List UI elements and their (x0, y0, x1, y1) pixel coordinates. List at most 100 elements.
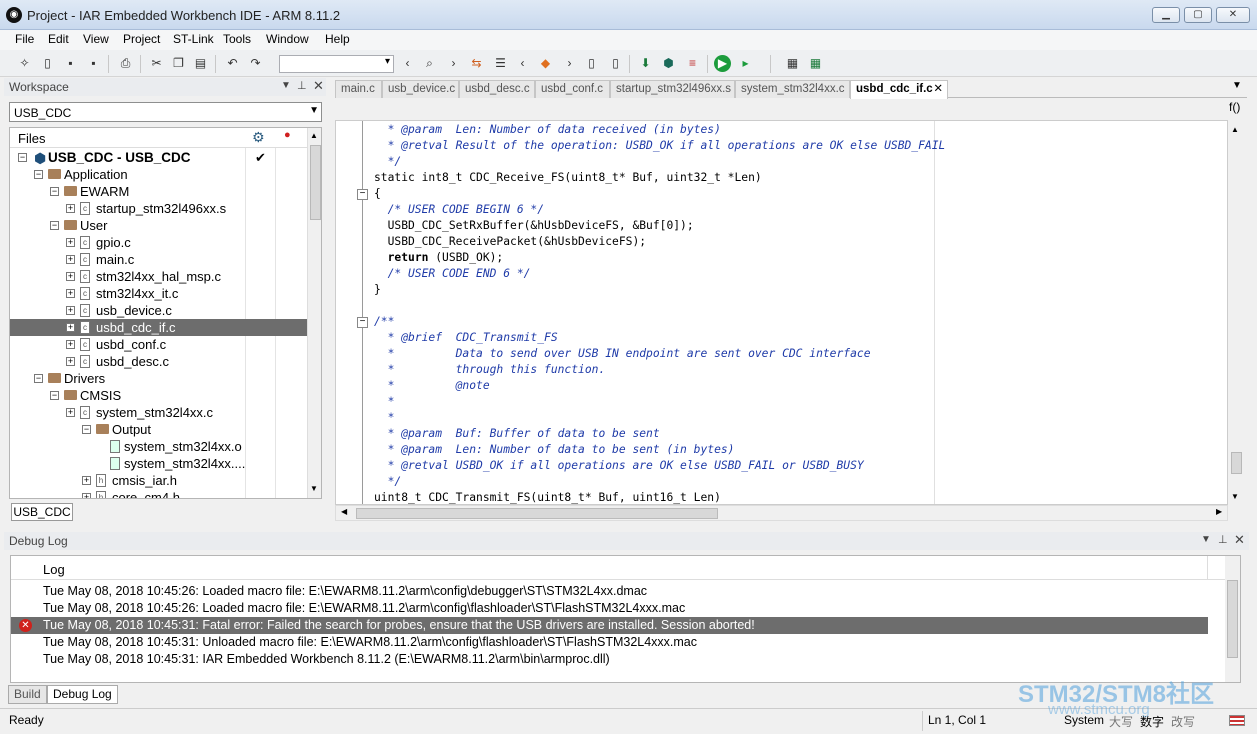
tab-usb-device-c[interactable]: usb_device.c (382, 80, 459, 98)
panel-menu-icon[interactable]: ▼ (281, 80, 291, 91)
expand-plus-icon[interactable]: + (66, 357, 75, 366)
tree-item[interactable]: − CMSIS (10, 387, 307, 404)
expand-plus-icon[interactable]: + (66, 272, 75, 281)
expand-plus-icon[interactable]: + (66, 340, 75, 349)
menu-st-link[interactable]: ST-Link (173, 32, 214, 46)
collapse-minus-icon[interactable]: − (34, 170, 43, 179)
scroll-left-icon[interactable]: ◀ (341, 507, 347, 516)
log-row-error[interactable]: ✕ Tue May 08, 2018 10:45:31: Fatal error:… (11, 617, 1208, 634)
menu-project[interactable]: Project (123, 32, 160, 46)
tree-item[interactable]: − Drivers (10, 370, 307, 387)
tab-main-c[interactable]: main.c (335, 80, 382, 98)
prev-bookmark-icon[interactable]: ‹ (514, 55, 531, 72)
collapse-minus-icon[interactable]: − (50, 391, 59, 400)
new-workspace-icon[interactable]: ✧ (16, 55, 33, 72)
tab-list-icon[interactable]: ▼ (1232, 80, 1242, 91)
tree-item[interactable]: − EWARM (10, 183, 307, 200)
tab-build[interactable]: Build (8, 685, 47, 704)
workspace-tab[interactable]: USB_CDC (11, 503, 73, 521)
tree-item[interactable]: + c usbd_conf.c (10, 336, 307, 353)
expand-plus-icon[interactable]: + (66, 323, 75, 332)
log-row[interactable]: Tue May 08, 2018 10:45:31: IAR Embedded … (11, 651, 1208, 668)
menu-file[interactable]: File (15, 32, 34, 46)
tab-usbd-cdc-if-c[interactable]: usbd_cdc_if.c ✕ (850, 80, 948, 99)
scroll-thumb[interactable] (310, 145, 321, 220)
tab-startup-stm32l496xx-s[interactable]: startup_stm32l496xx.s (610, 80, 735, 98)
breakpoint-icon[interactable]: ≡ (684, 55, 701, 72)
goto-icon[interactable]: ☰ (492, 55, 509, 72)
maximize-button[interactable]: ▢ (1184, 7, 1212, 23)
log-row[interactable]: Tue May 08, 2018 10:45:26: Loaded macro … (11, 583, 1208, 600)
menu-tools[interactable]: Tools (223, 32, 251, 46)
fold-toggle-icon[interactable]: − (357, 189, 368, 200)
gear-icon[interactable]: ⚙ (252, 129, 265, 146)
tree-item[interactable]: + c usb_device.c (10, 302, 307, 319)
nav-forward-icon[interactable]: › (445, 55, 462, 72)
tree-item[interactable]: − Application (10, 166, 307, 183)
tree-item[interactable]: + c main.c (10, 251, 307, 268)
close-panel-icon[interactable]: ✕ (1234, 532, 1245, 548)
download-icon[interactable]: ⬇ (637, 55, 654, 72)
tree-item[interactable]: + h core_cm4.h (10, 489, 307, 498)
close-panel-icon[interactable]: ✕ (313, 78, 324, 94)
tree-item[interactable]: + c gpio.c (10, 234, 307, 251)
tree-item[interactable]: system_stm32l4xx.... (10, 455, 307, 472)
debug-run-icon[interactable]: ▶ (714, 55, 731, 72)
debug-without-download-icon[interactable]: ▸ (737, 55, 754, 72)
collapse-minus-icon[interactable]: − (50, 221, 59, 230)
expand-plus-icon[interactable]: + (66, 238, 75, 247)
expand-plus-icon[interactable]: + (66, 408, 75, 417)
expand-plus-icon[interactable]: + (82, 476, 91, 485)
tree-item[interactable]: system_stm32l4xx.o (10, 438, 307, 455)
save-all-icon[interactable]: ▪ (85, 55, 102, 72)
next-bookmark-icon[interactable]: › (561, 55, 578, 72)
minimize-button[interactable]: ▁ (1152, 7, 1180, 23)
scroll-down-icon[interactable]: ▼ (1231, 492, 1239, 501)
debug-download-icon[interactable]: ⬢ (660, 55, 677, 72)
copy-icon[interactable]: ❐ (170, 55, 187, 72)
collapse-minus-icon[interactable]: − (50, 187, 59, 196)
menu-window[interactable]: Window (266, 32, 309, 46)
tree-item[interactable]: + c stm32l4xx_it.c (10, 285, 307, 302)
tree-item[interactable]: + c stm32l4xx_hal_msp.c (10, 268, 307, 285)
editor-hscrollbar[interactable]: ◀ ▶ (335, 505, 1228, 521)
menu-edit[interactable]: Edit (48, 32, 69, 46)
expand-plus-icon[interactable]: + (66, 204, 75, 213)
hscroll-thumb[interactable] (356, 508, 718, 519)
watch-icon[interactable]: ▦ (807, 55, 824, 72)
log-scrollbar[interactable] (1225, 556, 1240, 682)
code-editor[interactable]: − − * @param Len: Number of data receive… (335, 120, 1228, 505)
nav-back-icon[interactable]: ‹ (399, 55, 416, 72)
paste-icon[interactable]: ▤ (192, 55, 209, 72)
pin-icon[interactable]: ⊥ (297, 79, 307, 92)
collapse-minus-icon[interactable]: − (82, 425, 91, 434)
panel-menu-icon[interactable]: ▼ (1201, 534, 1211, 545)
tree-item[interactable]: + c usbd_cdc_if.c (10, 319, 307, 336)
fold-toggle-icon[interactable]: − (357, 317, 368, 328)
collapse-minus-icon[interactable]: − (18, 153, 27, 162)
scroll-right-icon[interactable]: ▶ (1216, 507, 1222, 516)
workspace-config-select[interactable]: USB_CDC ▼ (9, 102, 322, 122)
expand-plus-icon[interactable]: + (66, 255, 75, 264)
tree-item[interactable]: + c system_stm32l4xx.c (10, 404, 307, 421)
bookmark-icon[interactable]: ◆ (537, 55, 554, 72)
editor-vscrollbar[interactable]: ▲ ▼ (1229, 120, 1245, 505)
tab-usbd-conf-c[interactable]: usbd_conf.c (535, 80, 610, 98)
compile-icon[interactable]: ▯ (583, 55, 600, 72)
undo-icon[interactable]: ↶ (224, 55, 241, 72)
scroll-up-icon[interactable]: ▲ (310, 131, 318, 140)
scroll-down-icon[interactable]: ▼ (310, 484, 318, 493)
log-row[interactable]: Tue May 08, 2018 10:45:31: Unloaded macr… (11, 634, 1208, 651)
close-tab-icon[interactable]: ✕ (933, 81, 943, 97)
vscroll-thumb[interactable] (1231, 452, 1242, 474)
tree-item[interactable]: − User (10, 217, 307, 234)
collapse-minus-icon[interactable]: − (34, 374, 43, 383)
find-combo[interactable] (279, 55, 394, 73)
log-scroll-thumb[interactable] (1227, 580, 1238, 658)
expand-plus-icon[interactable]: + (66, 289, 75, 298)
redo-icon[interactable]: ↷ (247, 55, 264, 72)
find-icon[interactable]: ⌕ (421, 55, 438, 72)
tree-item[interactable]: + c startup_stm32l496xx.s (10, 200, 307, 217)
tab-system-stm32l4xx-c[interactable]: system_stm32l4xx.c (735, 80, 850, 98)
new-file-icon[interactable]: ▯ (39, 55, 56, 72)
